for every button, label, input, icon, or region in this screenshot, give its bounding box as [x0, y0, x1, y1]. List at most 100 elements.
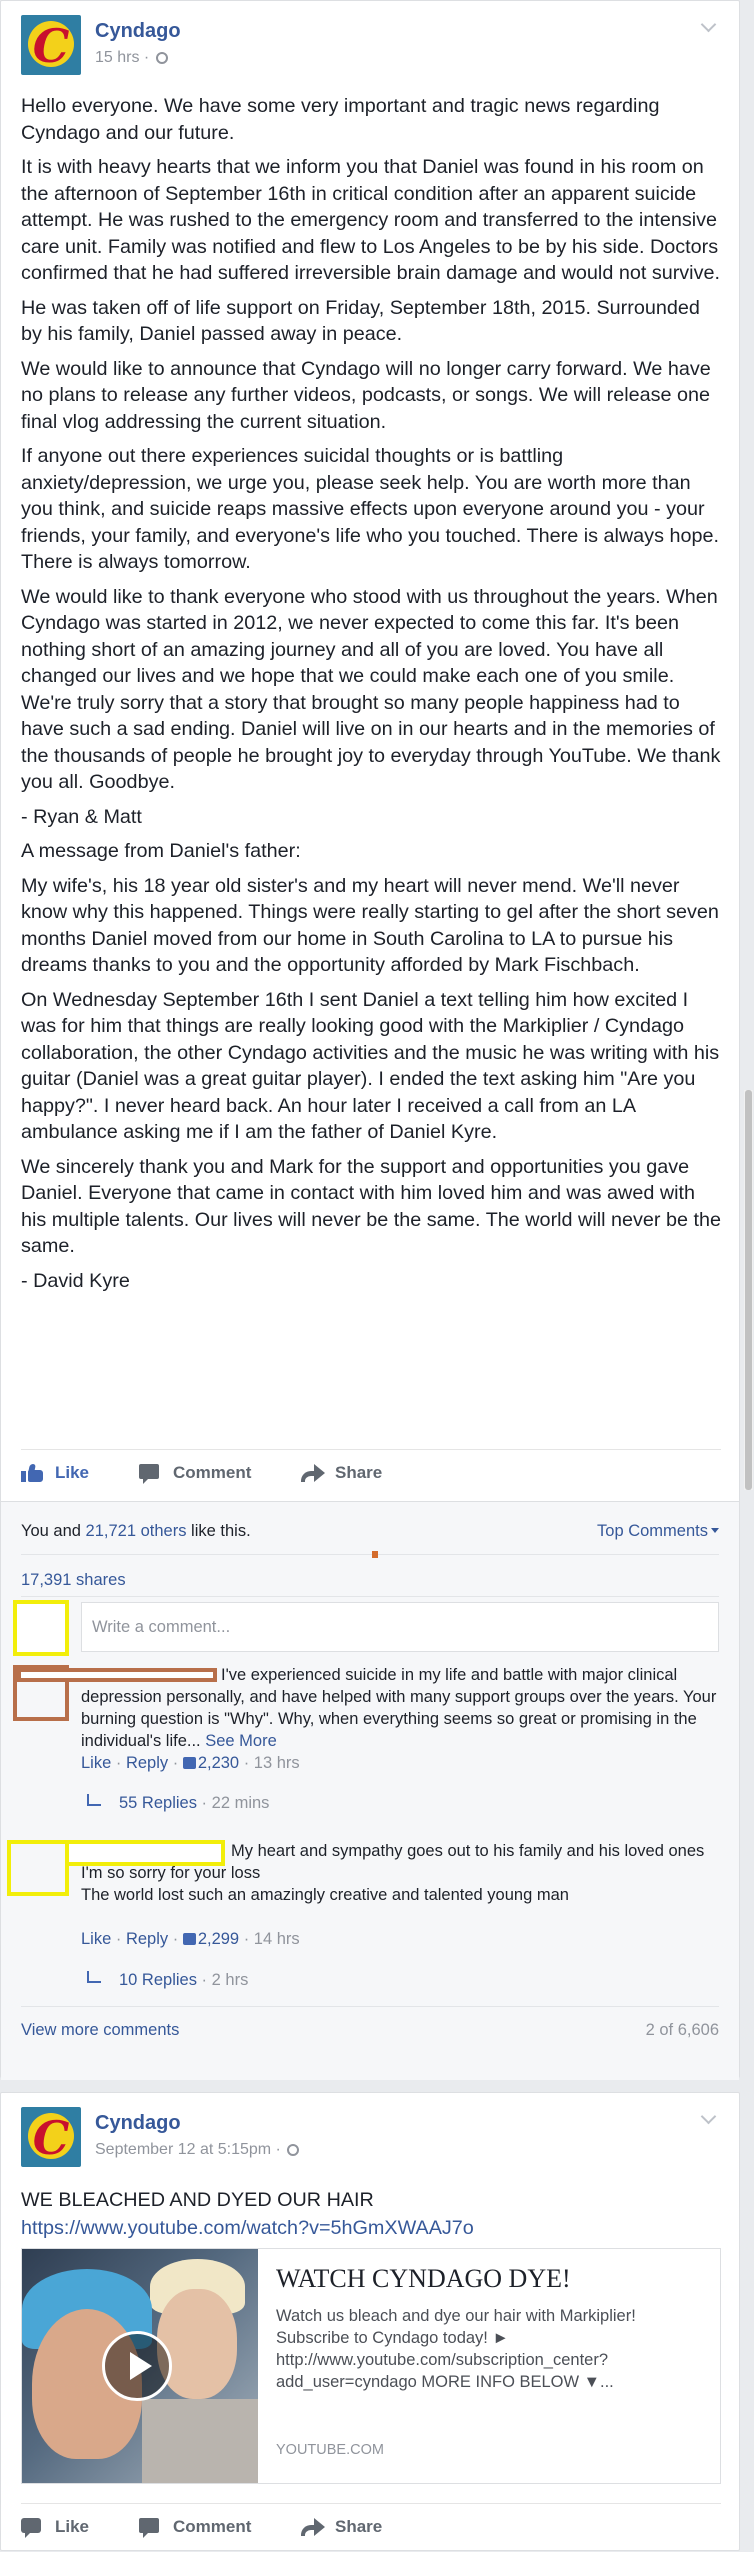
like-button[interactable]: Like [21, 1460, 89, 1486]
comment-icon [139, 2518, 159, 2538]
likes-link[interactable]: 21,721 others [86, 1522, 187, 1540]
post-card: C Cyndago September 12 at 5:15pm · WE BL… [0, 2092, 740, 2551]
scrollbar-thumb[interactable] [745, 1090, 752, 1490]
likes-summary: You and 21,721 others like this. [21, 1520, 251, 1542]
post-paragraph: Hello everyone. We have some very import… [21, 95, 660, 144]
chevron-down-icon[interactable] [697, 15, 721, 39]
chevron-down-icon[interactable] [697, 2107, 721, 2131]
link-domain: YOUTUBE.COM [276, 2442, 384, 2458]
divider [21, 1554, 719, 1555]
comment-reply-link[interactable]: Reply [126, 1754, 168, 1772]
comment-label: Comment [173, 2517, 252, 2536]
comment-count: 2 of 6,606 [645, 2021, 719, 2039]
replies-time: 22 mins [211, 1794, 270, 1812]
like-label: Like [55, 1463, 90, 1482]
comment-text: I've experienced suicide in my life and … [81, 1664, 721, 1752]
comment-time: 14 hrs [253, 1930, 300, 1948]
post-time[interactable]: 15 hrs [95, 49, 139, 66]
view-more-comments-link[interactable]: View more comments [21, 2019, 179, 2041]
page-name[interactable]: Cyndago [95, 19, 181, 43]
page-avatar[interactable]: C [21, 2107, 81, 2167]
comment-button[interactable]: Comment [139, 1460, 251, 1486]
comment-label: Comment [173, 1463, 252, 1482]
like-label: Like [55, 2517, 90, 2536]
globe-icon [155, 52, 168, 64]
share-button[interactable]: Share [301, 2514, 382, 2540]
reply-arrow-icon [87, 1971, 101, 1983]
post-time[interactable]: September 12 at 5:15pm [95, 2141, 271, 2158]
top-comments-label: Top Comments [597, 1522, 708, 1540]
share-icon [301, 2518, 325, 2536]
comment-time: 13 hrs [253, 1754, 300, 1772]
post-meta: September 12 at 5:15pm · [95, 2140, 300, 2160]
comment-meta: Like · Reply · 2,230 · 13 hrs [81, 1754, 300, 1772]
replies-link[interactable]: 55 Replies · 22 mins [87, 1792, 269, 1814]
video-thumbnail[interactable] [22, 2249, 258, 2483]
link-description: Watch us bleach and dye our hair with Ma… [276, 2307, 636, 2391]
share-icon [301, 1464, 325, 1482]
post-actions: Like Comment Share [21, 2503, 721, 2552]
share-button[interactable]: Share [301, 1460, 382, 1486]
reply-arrow-icon [87, 1794, 101, 1806]
comment-like-count[interactable]: 2,230 [198, 1754, 239, 1772]
post-paragraph: - Ryan & Matt [21, 805, 142, 828]
post-paragraph: If anyone out there experiences suicidal… [21, 445, 719, 573]
thumbs-up-icon [21, 2518, 41, 2538]
comments-section: You and 21,721 others like this. Top Com… [1, 1501, 739, 2080]
shares-count[interactable]: 17,391 shares [21, 1569, 126, 1591]
caret-down-icon [711, 1528, 719, 1533]
post-body: Hello everyone. We have some very import… [21, 93, 721, 1302]
top-comments-dropdown[interactable]: Top Comments [597, 1520, 719, 1542]
comment-reply-link[interactable]: Reply [126, 1930, 168, 1948]
post-url-link[interactable]: https://www.youtube.com/watch?v=5hGmXWAA… [21, 2215, 474, 2241]
globe-icon [287, 2144, 300, 2156]
share-label: Share [335, 2517, 383, 2536]
comment-button[interactable]: Comment [139, 2514, 251, 2540]
replies-time: 2 hrs [211, 1971, 249, 1989]
like-count-icon [182, 1933, 196, 1945]
see-more-link[interactable]: See More [205, 1732, 277, 1750]
scrollbar[interactable] [744, 1090, 753, 1490]
post-paragraph: We would like to announce that Cyndago w… [21, 357, 711, 433]
divider [21, 2006, 719, 2007]
comment-like-link[interactable]: Like [81, 1754, 111, 1772]
redaction-mark [372, 1551, 378, 1558]
replies-count: 10 Replies [119, 1971, 197, 1989]
post-paragraph: We sincerely thank you and Mark for the … [21, 1155, 721, 1258]
comment-like-link[interactable]: Like [81, 1930, 111, 1948]
replies-link[interactable]: 10 Replies · 2 hrs [87, 1969, 248, 1991]
likes-suffix: like this. [186, 1522, 251, 1540]
post-header: C Cyndago 15 hrs · [21, 15, 721, 75]
link-preview-card[interactable]: WATCH CYNDAGO DYE! Watch us bleach and d… [21, 2248, 721, 2484]
post-paragraph: It is with heavy hearts that we inform y… [21, 156, 720, 284]
post-card: C Cyndago 15 hrs · Hello everyone. We ha… [0, 0, 740, 2080]
post-header: C Cyndago September 12 at 5:15pm · [21, 2107, 721, 2167]
post-text: WE BLEACHED AND DYED OUR HAIR [21, 2189, 374, 2211]
divider [21, 1596, 719, 1597]
play-icon[interactable] [102, 2331, 172, 2401]
post-paragraph: A message from Daniel's father: [21, 840, 301, 862]
post-paragraph: He was taken off of life support on Frid… [21, 296, 700, 346]
replies-count: 55 Replies [119, 1794, 197, 1812]
user-avatar-redacted [13, 1600, 69, 1656]
post-paragraph: My wife's, his 18 year old sister's and … [21, 874, 719, 977]
comment-input[interactable]: Write a comment... [81, 1602, 719, 1652]
thumbs-up-icon [21, 1464, 43, 1482]
likes-prefix: You and [21, 1522, 86, 1540]
comment-like-count[interactable]: 2,299 [198, 1930, 239, 1948]
post-meta: 15 hrs · [95, 48, 168, 68]
share-label: Share [335, 1463, 383, 1482]
link-title[interactable]: WATCH CYNDAGO DYE! [276, 2263, 571, 2295]
post-paragraph: - David Kyre [21, 1269, 130, 1292]
like-count-icon [182, 1757, 196, 1769]
post-paragraph: On Wednesday September 16th I sent Danie… [21, 988, 720, 1144]
page-name[interactable]: Cyndago [95, 2111, 181, 2135]
comment-text: My heart and sympathy goes out to his fa… [81, 1842, 705, 1904]
page-avatar[interactable]: C [21, 15, 81, 75]
like-button[interactable]: Like [21, 2514, 89, 2540]
comment-meta: Like · Reply · 2,299 · 14 hrs [81, 1930, 300, 1948]
post-actions: Like Comment Share [21, 1449, 721, 1498]
comment-icon [139, 1464, 159, 1484]
commenter-avatar-redacted [7, 1840, 69, 1896]
post-paragraph: We would like to thank everyone who stoo… [21, 585, 721, 794]
